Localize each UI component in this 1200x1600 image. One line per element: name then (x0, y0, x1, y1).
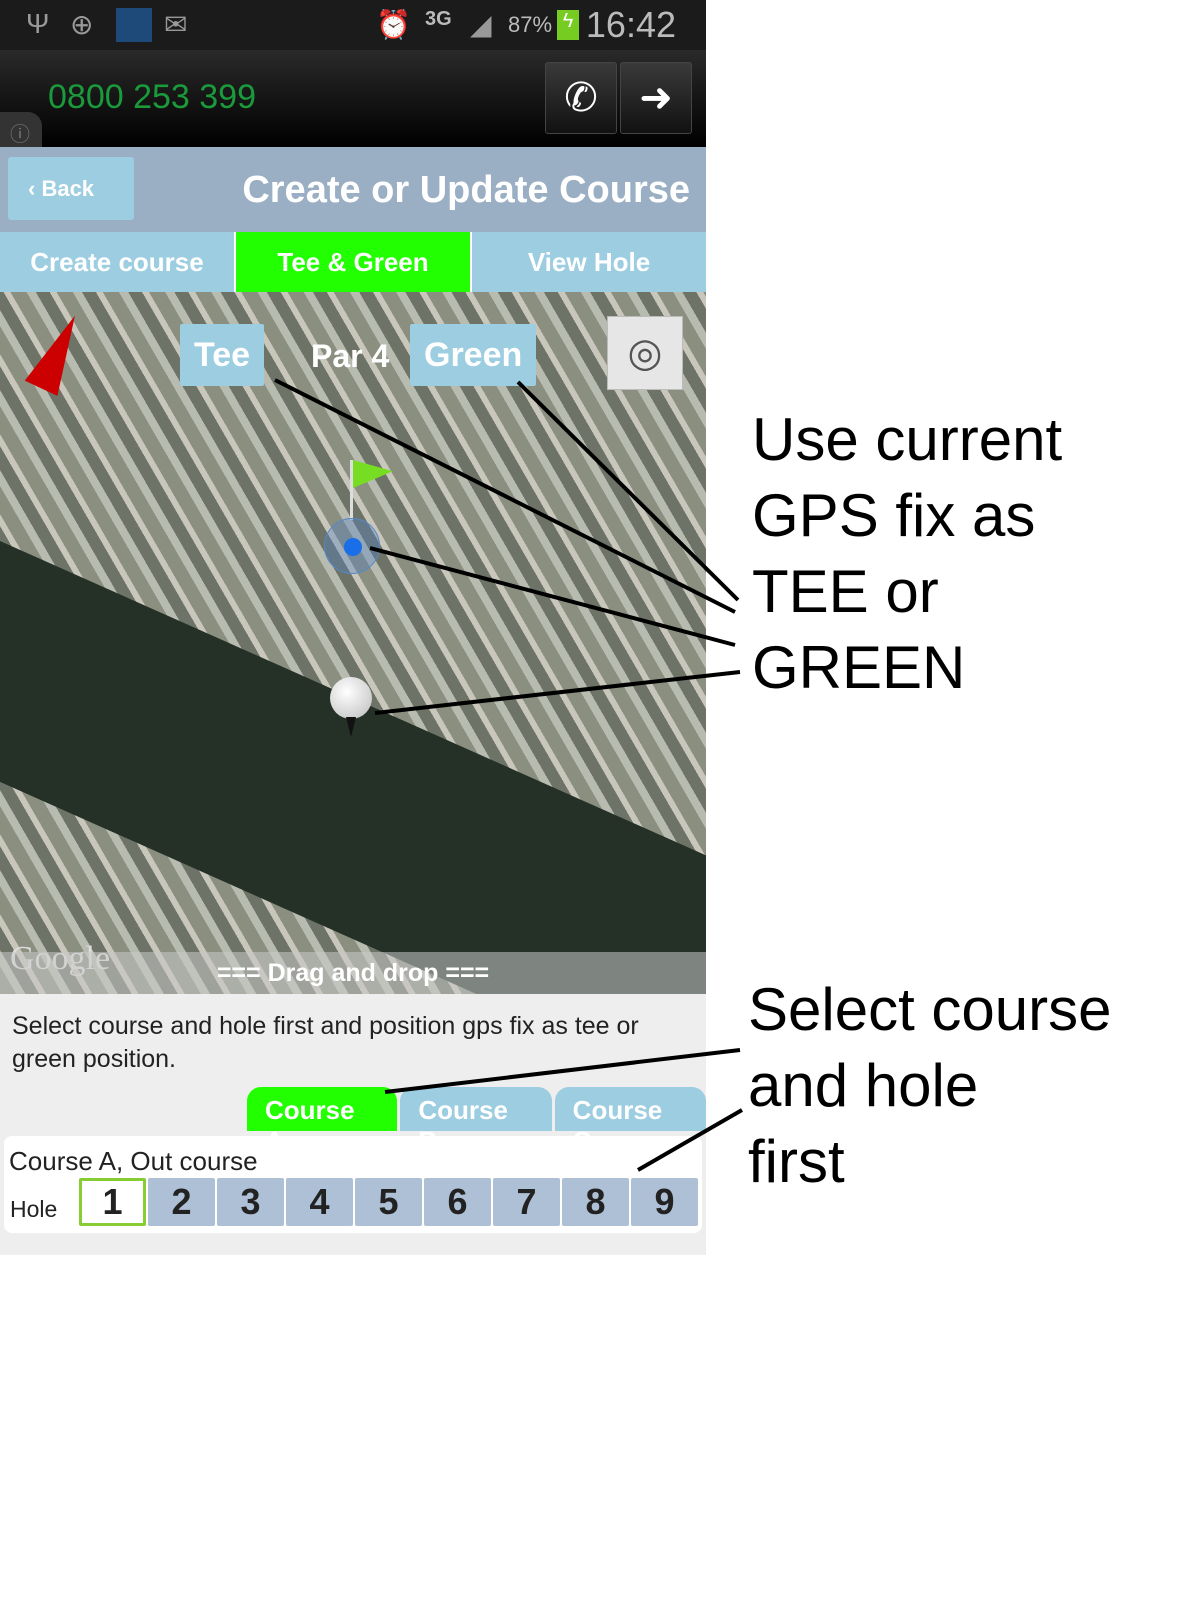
annotation-select: Select course and hole first (748, 972, 1112, 1200)
pointer-line-green (516, 380, 740, 602)
annotation-line: TEE or (752, 558, 939, 625)
pointer-line-tee (274, 378, 736, 614)
annotation-line: Select course (748, 976, 1112, 1043)
annotation-line: first (748, 1128, 845, 1195)
pointer-line-course (384, 1048, 741, 1094)
annotation-gps: Use current GPS fix as TEE or GREEN (752, 402, 1062, 706)
annotation-line: and hole (748, 1052, 979, 1119)
pointer-line-ball (374, 670, 741, 715)
annotation-line: Use current (752, 406, 1063, 473)
annotation-lines (274, 378, 743, 1172)
pointer-line-hole (637, 1108, 743, 1172)
annotation-line: GREEN (752, 634, 966, 701)
pointer-line-gps (369, 546, 736, 647)
annotation-line: GPS fix as (752, 482, 1036, 549)
